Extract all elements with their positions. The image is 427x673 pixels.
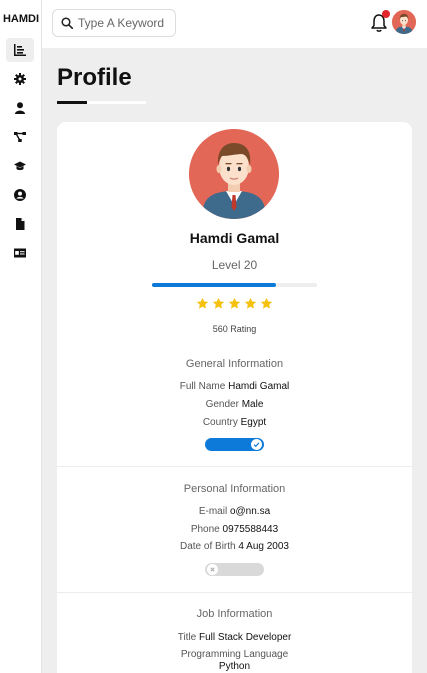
- gender-value: Male: [241, 399, 264, 410]
- section-divider: [57, 466, 412, 467]
- search-box[interactable]: [52, 9, 176, 37]
- notification-dot: [382, 10, 390, 18]
- country-value: Egypt: [240, 417, 267, 428]
- gender-label: Gender: [205, 399, 239, 410]
- star-icon: [228, 297, 241, 309]
- dob-value: 4 Aug 2003: [238, 541, 289, 552]
- full-name-label: Full Name: [179, 381, 226, 392]
- full-name-value: Hamdi Gamal: [228, 381, 290, 392]
- id-card-icon: [14, 248, 26, 258]
- email-row: E-mail o@nn.sa: [57, 506, 412, 517]
- profile-avatar: [189, 129, 279, 219]
- rating-count: 560 Rating: [212, 324, 257, 334]
- user-icon: [15, 102, 25, 114]
- search-icon: [61, 17, 73, 29]
- country-label: Country: [202, 417, 238, 428]
- top-header: [42, 0, 427, 48]
- brand-logo: HAMDI: [2, 13, 40, 25]
- level-progress-bar: [152, 283, 317, 287]
- language-row: Python: [57, 661, 412, 672]
- language-value: Python: [218, 661, 251, 672]
- sidebar-item-settings[interactable]: [6, 67, 34, 91]
- full-name-row: Full Name Hamdi Gamal: [57, 381, 412, 392]
- job-title-value: Full Stack Developer: [199, 632, 292, 643]
- email-label: E-mail: [198, 506, 228, 517]
- country-row: Country Egypt: [57, 417, 412, 428]
- title-underline: [57, 101, 146, 104]
- job-info-title: Job Information: [196, 608, 273, 620]
- personal-info-title: Personal Information: [183, 483, 286, 495]
- star-icon: [212, 297, 225, 309]
- page-title: Profile: [57, 64, 132, 91]
- sidebar-item-dashboard[interactable]: [6, 38, 34, 62]
- search-input[interactable]: [78, 16, 173, 30]
- language-label: Programming Language: [180, 649, 289, 660]
- file-icon: [16, 218, 25, 230]
- projects-icon: [14, 132, 26, 142]
- gender-row: Gender Male: [57, 399, 412, 410]
- user-circle-icon: [14, 189, 26, 201]
- settings-icon: [14, 73, 26, 85]
- profile-name: Hamdi Gamal: [189, 230, 280, 246]
- close-icon: [210, 567, 215, 572]
- dob-row: Date of Birth 4 Aug 2003: [57, 541, 412, 552]
- phone-row: Phone 0975588443: [57, 524, 412, 535]
- sidebar-item-profile[interactable]: [6, 96, 34, 120]
- avatar: [392, 10, 416, 34]
- star-icon: [244, 297, 257, 309]
- toggle-knob: [251, 439, 262, 450]
- profile-card: Hamdi Gamal Level 20 560 Rating General …: [57, 122, 412, 673]
- general-info-title: General Information: [185, 358, 284, 370]
- profile-level: Level 20: [211, 258, 258, 272]
- star-icon: [260, 297, 273, 309]
- dashboard-icon: [14, 44, 26, 56]
- notifications-button[interactable]: [370, 10, 390, 33]
- email-value: o@nn.sa: [229, 506, 271, 517]
- star-icon: [196, 297, 209, 309]
- sidebar: HAMDI: [0, 0, 42, 673]
- job-title-label: Title: [177, 632, 197, 643]
- job-title-row: Title Full Stack Developer: [57, 632, 412, 643]
- rating-stars: [57, 297, 412, 310]
- sidebar-item-plans[interactable]: [6, 241, 34, 265]
- personal-info-toggle[interactable]: [205, 563, 264, 576]
- sidebar-item-friends[interactable]: [6, 183, 34, 207]
- header-avatar[interactable]: [392, 10, 416, 34]
- graduation-cap-icon: [14, 161, 26, 171]
- check-icon: [253, 442, 260, 448]
- phone-value: 0975588443: [222, 524, 279, 535]
- avatar: [189, 129, 279, 219]
- level-progress-fill: [152, 283, 276, 287]
- section-divider: [57, 592, 412, 593]
- dob-label: Date of Birth: [180, 541, 236, 552]
- phone-label: Phone: [190, 524, 220, 535]
- general-info-toggle[interactable]: [205, 438, 264, 451]
- toggle-knob: [207, 564, 218, 575]
- sidebar-item-courses[interactable]: [6, 154, 34, 178]
- sidebar-item-projects[interactable]: [6, 125, 34, 149]
- sidebar-item-files[interactable]: [6, 212, 34, 236]
